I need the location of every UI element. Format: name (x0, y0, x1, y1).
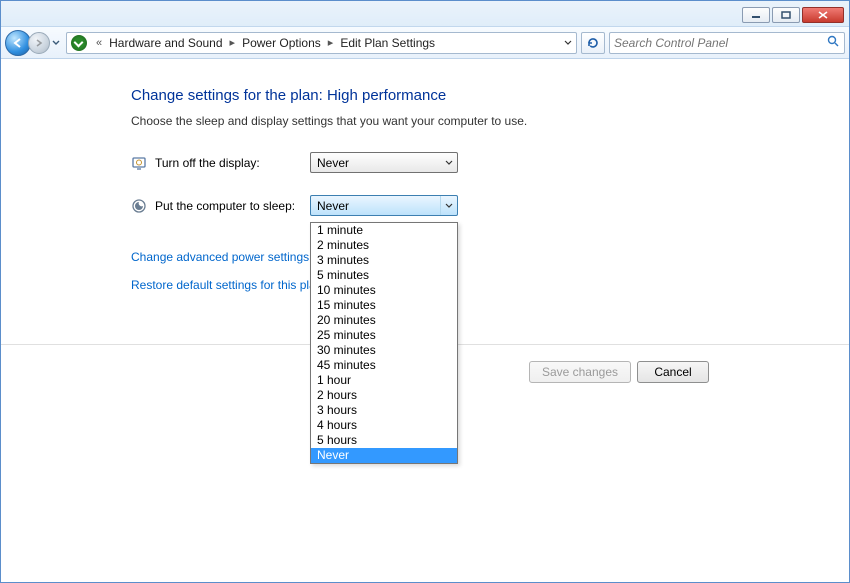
dropdown-option[interactable]: 2 minutes (311, 238, 457, 253)
minimize-button[interactable] (742, 7, 770, 23)
address-dropdown[interactable] (560, 40, 576, 46)
dropdown-option[interactable]: 10 minutes (311, 283, 457, 298)
dropdown-option[interactable]: 5 minutes (311, 268, 457, 283)
link-advanced-power-settings[interactable]: Change advanced power settings (131, 250, 849, 264)
dropdown-option[interactable]: 3 minutes (311, 253, 457, 268)
chevron-right-icon: ▸ (225, 36, 241, 49)
breadcrumb: « Hardware and Sound ▸ Power Options ▸ E… (91, 36, 560, 50)
address-bar[interactable]: « Hardware and Sound ▸ Power Options ▸ E… (66, 32, 577, 54)
dropdown-option[interactable]: 1 minute (311, 223, 457, 238)
combo-put-computer-to-sleep[interactable]: Never (310, 195, 458, 216)
chevron-down-icon (440, 153, 457, 172)
dropdown-option[interactable]: Never (311, 448, 457, 463)
crumb-hardware-and-sound[interactable]: Hardware and Sound (107, 36, 224, 50)
dropdown-option[interactable]: 5 hours (311, 433, 457, 448)
chevron-down-icon (440, 196, 457, 215)
label-put-computer-to-sleep: Put the computer to sleep: (155, 199, 310, 213)
refresh-button[interactable] (581, 32, 605, 54)
dropdown-option[interactable]: 4 hours (311, 418, 457, 433)
maximize-button[interactable] (772, 7, 800, 23)
search-input[interactable] (614, 36, 827, 50)
link-restore-defaults[interactable]: Restore default settings for this plan (131, 278, 849, 292)
recent-pages-dropdown[interactable] (50, 32, 62, 54)
control-panel-icon (71, 35, 87, 51)
dropdown-option[interactable]: 20 minutes (311, 313, 457, 328)
page-description: Choose the sleep and display settings th… (131, 114, 849, 128)
combo-value: Never (317, 156, 349, 170)
combo-value: Never (317, 199, 349, 213)
breadcrumb-overflow[interactable]: « (91, 37, 107, 49)
row-turn-off-display: Turn off the display: Never (131, 152, 849, 173)
crumb-edit-plan-settings[interactable]: Edit Plan Settings (338, 36, 437, 50)
display-icon (131, 155, 147, 171)
search-box[interactable] (609, 32, 845, 54)
dropdown-option[interactable]: 30 minutes (311, 343, 457, 358)
dropdown-option[interactable]: 25 minutes (311, 328, 457, 343)
cancel-button[interactable]: Cancel (637, 361, 709, 383)
save-button: Save changes (529, 361, 631, 383)
page-title: Change settings for the plan: High perfo… (131, 87, 849, 104)
row-put-computer-to-sleep: Put the computer to sleep: Never (131, 195, 849, 216)
dropdown-option[interactable]: 15 minutes (311, 298, 457, 313)
content-area: Change settings for the plan: High perfo… (1, 59, 849, 582)
navbar: « Hardware and Sound ▸ Power Options ▸ E… (1, 27, 849, 59)
label-turn-off-display: Turn off the display: (155, 156, 310, 170)
titlebar (1, 1, 849, 27)
crumb-power-options[interactable]: Power Options (240, 36, 323, 50)
search-icon[interactable] (827, 35, 840, 51)
forward-button[interactable] (28, 32, 50, 54)
close-button[interactable] (802, 7, 844, 23)
dropdown-option[interactable]: 3 hours (311, 403, 457, 418)
dropdown-option[interactable]: 45 minutes (311, 358, 457, 373)
dropdown-option[interactable]: 2 hours (311, 388, 457, 403)
dropdown-option[interactable]: 1 hour (311, 373, 457, 388)
sleep-icon (131, 198, 147, 214)
combo-turn-off-display[interactable]: Never (310, 152, 458, 173)
sleep-dropdown-list[interactable]: 1 minute2 minutes3 minutes5 minutes10 mi… (310, 222, 458, 464)
chevron-right-icon: ▸ (323, 36, 339, 49)
